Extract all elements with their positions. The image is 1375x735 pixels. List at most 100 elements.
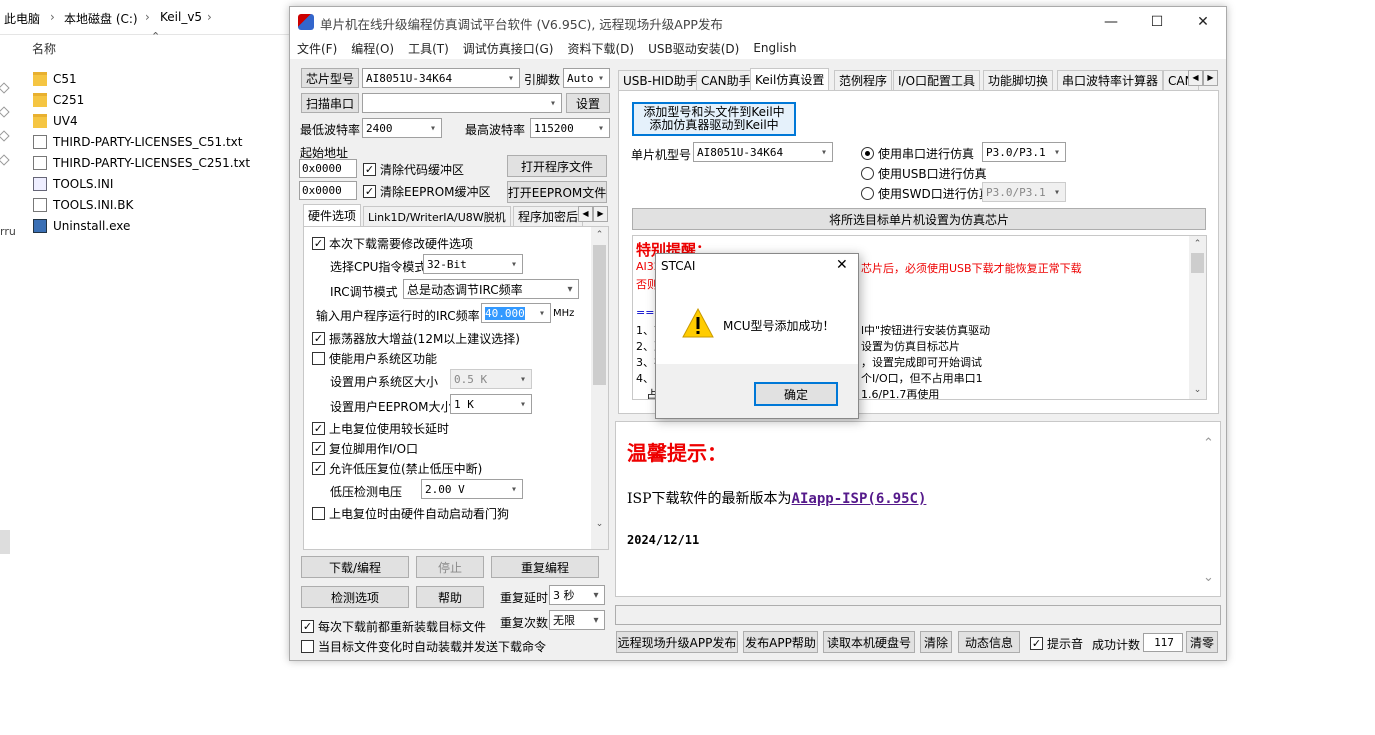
maximize-button[interactable]: ☐ — [1134, 7, 1180, 37]
tab-offline[interactable]: Link1D/WriterIA/U8W脱机 — [363, 206, 511, 226]
repeat-delay-select[interactable]: 3 秒 ▾ — [549, 585, 605, 605]
auto-reload-checkbox[interactable]: 当目标文件变化时自动装载并发送下载命令 — [301, 638, 546, 655]
mcu-model-select[interactable]: AI8051U-34K64 ▾ — [693, 142, 833, 162]
scroll-down-icon[interactable]: ⌄ — [1189, 382, 1206, 399]
options-scrollbar[interactable]: ⌃ ⌄ — [591, 227, 608, 549]
low-voltage-select[interactable]: 2.00 V ▾ — [421, 479, 523, 499]
power-on-delay-checkbox[interactable]: ✓ 上电复位使用较长延时 — [312, 420, 449, 437]
tab-usb-hid[interactable]: USB-HID助手 — [618, 70, 703, 90]
tab-baud-calculator[interactable]: 串口波特率计算器 — [1057, 70, 1164, 90]
scroll-thumb[interactable] — [593, 245, 606, 385]
serial-emulation-radio[interactable]: 使用串口进行仿真 — [861, 145, 974, 162]
file-item[interactable]: C251 — [33, 90, 84, 110]
set-emulation-chip-button[interactable]: 将所选目标单片机设置为仿真芯片 — [632, 208, 1206, 230]
pin-count-select[interactable]: Auto ▾ — [563, 68, 610, 88]
serial-port-pins-select[interactable]: P3.0/P3.1 ▾ — [982, 142, 1066, 162]
menu-tools[interactable]: 工具(T) — [401, 40, 456, 57]
user-system-size-select[interactable]: 0.5 K ▾ — [450, 369, 532, 389]
max-baud-select[interactable]: 115200 ▾ — [530, 118, 610, 138]
swd-pins-select[interactable]: P3.0/P3.1 ▾ — [982, 182, 1066, 202]
add-to-keil-button[interactable]: 添加型号和头文件到Keil中 添加仿真器驱动到Keil中 — [632, 102, 796, 136]
chip-model-select[interactable]: AI8051U-34K64 ▾ — [362, 68, 520, 88]
user-system-area-checkbox[interactable]: 使能用户系统区功能 — [312, 350, 437, 367]
menu-english[interactable]: English — [746, 41, 803, 55]
repeat-program-button[interactable]: 重复编程 — [491, 556, 599, 578]
column-header-name[interactable]: 名称 — [32, 40, 56, 57]
reset-pin-io-checkbox[interactable]: ✓ 复位脚用作I/O口 — [312, 440, 418, 457]
serial-port-select[interactable]: ▾ — [362, 93, 562, 113]
min-baud-select[interactable]: 2400 ▾ — [362, 118, 442, 138]
oscillator-gain-checkbox[interactable]: ✓ 振荡器放大增益(12M以上建议选择) — [312, 330, 520, 347]
cpu-mode-select[interactable]: 32-Bit ▾ — [423, 254, 523, 274]
tab-encryption[interactable]: 程序加密后 — [513, 206, 584, 226]
file-item[interactable]: Uninstall.exe — [33, 216, 130, 236]
stop-button[interactable]: 停止 — [416, 556, 484, 578]
menu-debug[interactable]: 调试仿真接口(G) — [456, 40, 561, 57]
title-bar[interactable]: 单片机在线升级编程仿真调试平台软件 (V6.95C), 远程现场升级APP发布 … — [290, 7, 1226, 37]
open-eeprom-file-button[interactable]: 打开EEPROM文件 — [507, 181, 607, 203]
scroll-up-icon[interactable]: ⌃ — [1189, 236, 1206, 253]
dialog-close-button[interactable]: ✕ — [836, 257, 848, 273]
close-button[interactable]: ✕ — [1180, 7, 1226, 37]
eeprom-address-input[interactable]: 0x0000 — [299, 181, 357, 200]
beep-checkbox[interactable]: ✓ 提示音 — [1030, 635, 1083, 652]
scan-port-button[interactable]: 扫描串口 — [301, 93, 359, 113]
settings-button[interactable]: 设置 — [566, 93, 610, 113]
low-voltage-reset-checkbox[interactable]: ✓ 允许低压复位(禁止低压中断) — [312, 460, 482, 477]
clear-eeprom-checkbox[interactable]: ✓ 清除EEPROM缓冲区 — [363, 183, 491, 200]
menu-usb-driver[interactable]: USB驱动安装(D) — [641, 40, 746, 57]
modify-hw-options-checkbox[interactable]: ✓ 本次下载需要修改硬件选项 — [312, 235, 473, 252]
scroll-down-icon[interactable]: ⌄ — [1203, 570, 1214, 585]
eeprom-size-select[interactable]: 1 K ▾ — [450, 394, 532, 414]
tab-io-config[interactable]: I/O口配置工具 — [893, 70, 981, 90]
swd-emulation-radio[interactable]: 使用SWD口进行仿真 — [861, 185, 991, 202]
ok-button[interactable]: 确定 — [754, 382, 838, 406]
scroll-thumb[interactable] — [1191, 253, 1204, 273]
file-item[interactable]: THIRD-PARTY-LICENSES_C251.txt — [33, 153, 250, 173]
tab-examples[interactable]: 范例程序 — [834, 70, 893, 90]
repeat-count-select[interactable]: 无限 ▾ — [549, 610, 605, 630]
open-program-file-button[interactable]: 打开程序文件 — [507, 155, 607, 177]
minimize-button[interactable]: — — [1088, 7, 1134, 37]
tab-scroll-left-icon[interactable]: ◀ — [1188, 70, 1203, 86]
download-program-button[interactable]: 下载/编程 — [301, 556, 409, 578]
code-address-input[interactable]: 0x0000 — [299, 159, 357, 178]
tab-keil-settings[interactable]: Keil仿真设置 — [750, 68, 830, 90]
check-options-button[interactable]: 检测选项 — [301, 586, 409, 608]
watchdog-checkbox[interactable]: 上电复位时由硬件自动启动看门狗 — [312, 505, 509, 522]
remote-upgrade-button[interactable]: 远程现场升级APP发布 — [616, 631, 738, 653]
tab-hardware-options[interactable]: 硬件选项 — [303, 204, 362, 226]
scroll-down-icon[interactable]: ⌄ — [591, 516, 608, 533]
tab-scroll-left-icon[interactable]: ◀ — [578, 206, 593, 222]
tab-pin-switch[interactable]: 功能脚切换 — [983, 70, 1054, 90]
tab-scroll-right-icon[interactable]: ▶ — [593, 206, 608, 222]
file-item[interactable]: TOOLS.INI.BK — [33, 195, 133, 215]
file-item[interactable]: THIRD-PARTY-LICENSES_C51.txt — [33, 132, 242, 152]
menu-downloads[interactable]: 资料下载(D) — [560, 40, 641, 57]
breadcrumb-item[interactable]: 此电脑 — [4, 10, 40, 27]
irc-frequency-input[interactable]: 40.000 ▾ — [481, 303, 551, 323]
help-button[interactable]: 帮助 — [416, 586, 484, 608]
breadcrumb-item[interactable]: 本地磁盘 (C:) — [64, 10, 138, 27]
tab-can-helper[interactable]: CAN助手 — [696, 70, 756, 90]
publish-help-button[interactable]: 发布APP帮助 — [743, 631, 818, 653]
menu-program[interactable]: 编程(O) — [344, 40, 401, 57]
usb-emulation-radio[interactable]: 使用USB口进行仿真 — [861, 165, 987, 182]
file-item[interactable]: UV4 — [33, 111, 78, 131]
file-item[interactable]: C51 — [33, 69, 77, 89]
notice-scrollbar[interactable]: ⌃ ⌄ — [1189, 236, 1206, 399]
explorer-breadcrumb[interactable]: 此电脑 › 本地磁盘 (C:) › Keil_v5 › — [0, 0, 290, 34]
irc-mode-select[interactable]: 总是动态调节IRC频率 ▾ — [403, 279, 579, 299]
read-disk-id-button[interactable]: 读取本机硬盘号 — [823, 631, 915, 653]
version-link[interactable]: AIapp-ISP(6.95C) — [792, 491, 927, 507]
scroll-up-icon[interactable]: ⌃ — [1203, 436, 1214, 451]
scroll-up-icon[interactable]: ⌃ — [591, 227, 608, 244]
file-item[interactable]: TOOLS.INI — [33, 174, 113, 194]
breadcrumb-item[interactable]: Keil_v5 — [160, 10, 202, 24]
clear-code-checkbox[interactable]: ✓ 清除代码缓冲区 — [363, 161, 464, 178]
tab-scroll-right-icon[interactable]: ▶ — [1203, 70, 1218, 86]
chip-model-button[interactable]: 芯片型号 — [301, 68, 359, 88]
reload-before-download-checkbox[interactable]: ✓ 每次下载前都重新装载目标文件 — [301, 618, 486, 635]
menu-file[interactable]: 文件(F) — [290, 40, 344, 57]
clear-button[interactable]: 清除 — [920, 631, 952, 653]
